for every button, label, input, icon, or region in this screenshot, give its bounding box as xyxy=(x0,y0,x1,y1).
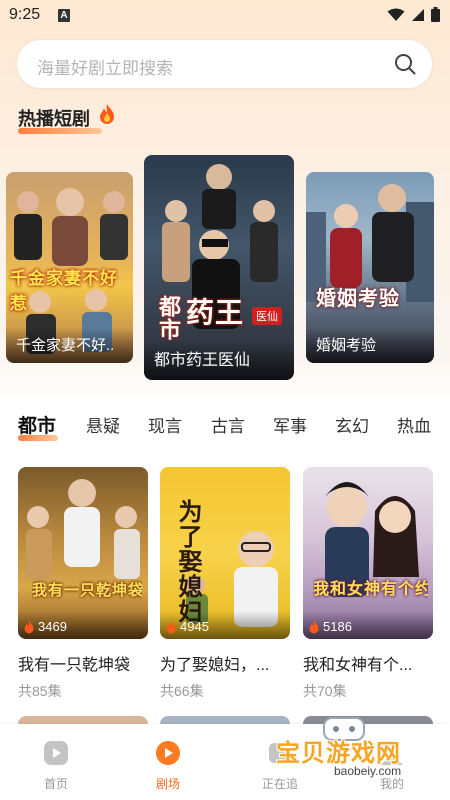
status-time: 9:25 xyxy=(9,6,41,23)
nav-home[interactable]: 首页 xyxy=(26,740,86,792)
hot-drama-card-2[interactable]: 都市 药王 医仙 都市药王医仙 xyxy=(144,155,294,380)
drama-card-2[interactable]: 为了娶媳妇 4945 xyxy=(160,467,290,639)
play-icon xyxy=(44,741,68,765)
fire-icon xyxy=(166,620,176,634)
hot-drama-card-3[interactable]: 婚姻考验 婚姻考验 xyxy=(306,172,434,363)
tab-xianyan[interactable]: 现言 xyxy=(148,412,182,437)
poster-title: 药王 xyxy=(186,297,245,328)
episode-count: 共85集 xyxy=(18,683,62,699)
search-bar[interactable]: 海量好剧立即搜索 xyxy=(17,40,432,88)
tab-guyan[interactable]: 古言 xyxy=(211,412,245,437)
poster-title: 婚姻考验 xyxy=(316,288,400,310)
tab-dushi[interactable]: 都市 xyxy=(18,411,56,438)
episode-count: 共66集 xyxy=(160,683,204,699)
poster-title: 我有一只乾坤袋 xyxy=(32,582,142,599)
view-count-number: 4945 xyxy=(180,619,209,634)
poster-title: 我和女神有个约定 xyxy=(313,581,428,598)
category-tabs: 都市 悬疑 现言 古言 军事 玄幻 热血 xyxy=(0,412,450,448)
poster-title: 都市 xyxy=(156,295,181,341)
fire-icon xyxy=(100,104,114,124)
poster-title: 千金家妻不好惹 xyxy=(10,269,118,313)
nav-label: 首页 xyxy=(43,777,68,791)
view-count-number: 5186 xyxy=(323,619,352,634)
drama-card-1[interactable]: 我有一只乾坤袋 3469 xyxy=(18,467,148,639)
watermark-text: 宝贝游戏网 xyxy=(276,740,401,767)
view-count: 4945 xyxy=(160,611,290,639)
drama-title[interactable]: 我有一只乾坤袋 xyxy=(18,651,148,675)
hot-drama-title[interactable]: 千金家妻不好.. xyxy=(6,328,133,363)
status-bar: 9:25 A xyxy=(0,0,450,32)
nav-label: 剧场 xyxy=(155,777,180,791)
search-placeholder[interactable]: 海量好剧立即搜索 xyxy=(37,54,173,79)
nav-theater[interactable]: 剧场 xyxy=(138,740,198,792)
sim-icon: A xyxy=(58,9,70,22)
wifi-icon xyxy=(387,8,405,21)
poster-title: 为了娶媳妇 xyxy=(174,499,201,624)
hot-drama-card-1[interactable]: 千金家妻不好惹 千金家妻不好.. xyxy=(6,172,133,363)
tab-rexue[interactable]: 热血 xyxy=(397,412,431,437)
tab-xuanhuan[interactable]: 玄幻 xyxy=(335,412,369,437)
episode-count: 共70集 xyxy=(303,683,347,699)
hot-drama-title[interactable]: 婚姻考验 xyxy=(306,328,434,363)
fire-icon xyxy=(24,620,34,634)
drama-title[interactable]: 为了娶媳妇，... xyxy=(160,651,290,675)
theater-icon xyxy=(156,741,180,765)
drama-card-3[interactable]: 我和女神有个约定 5186 xyxy=(303,467,433,639)
drama-title[interactable]: 我和女神有个... xyxy=(303,651,433,675)
poster-badge: 医仙 xyxy=(252,307,282,325)
hot-drama-title[interactable]: 都市药王医仙 xyxy=(144,340,294,380)
watermark-url: baobeiy.com xyxy=(334,764,402,778)
hot-section-title: 热播短剧 xyxy=(18,109,90,129)
tab-xuanyi[interactable]: 悬疑 xyxy=(86,412,120,437)
battery-icon xyxy=(431,7,440,22)
tab-junshi[interactable]: 军事 xyxy=(273,412,307,437)
signal-icon xyxy=(412,8,424,21)
search-icon[interactable] xyxy=(394,53,416,75)
view-count-number: 3469 xyxy=(38,619,67,634)
fire-icon xyxy=(309,620,319,634)
view-count: 5186 xyxy=(303,611,433,639)
view-count: 3469 xyxy=(18,611,148,639)
